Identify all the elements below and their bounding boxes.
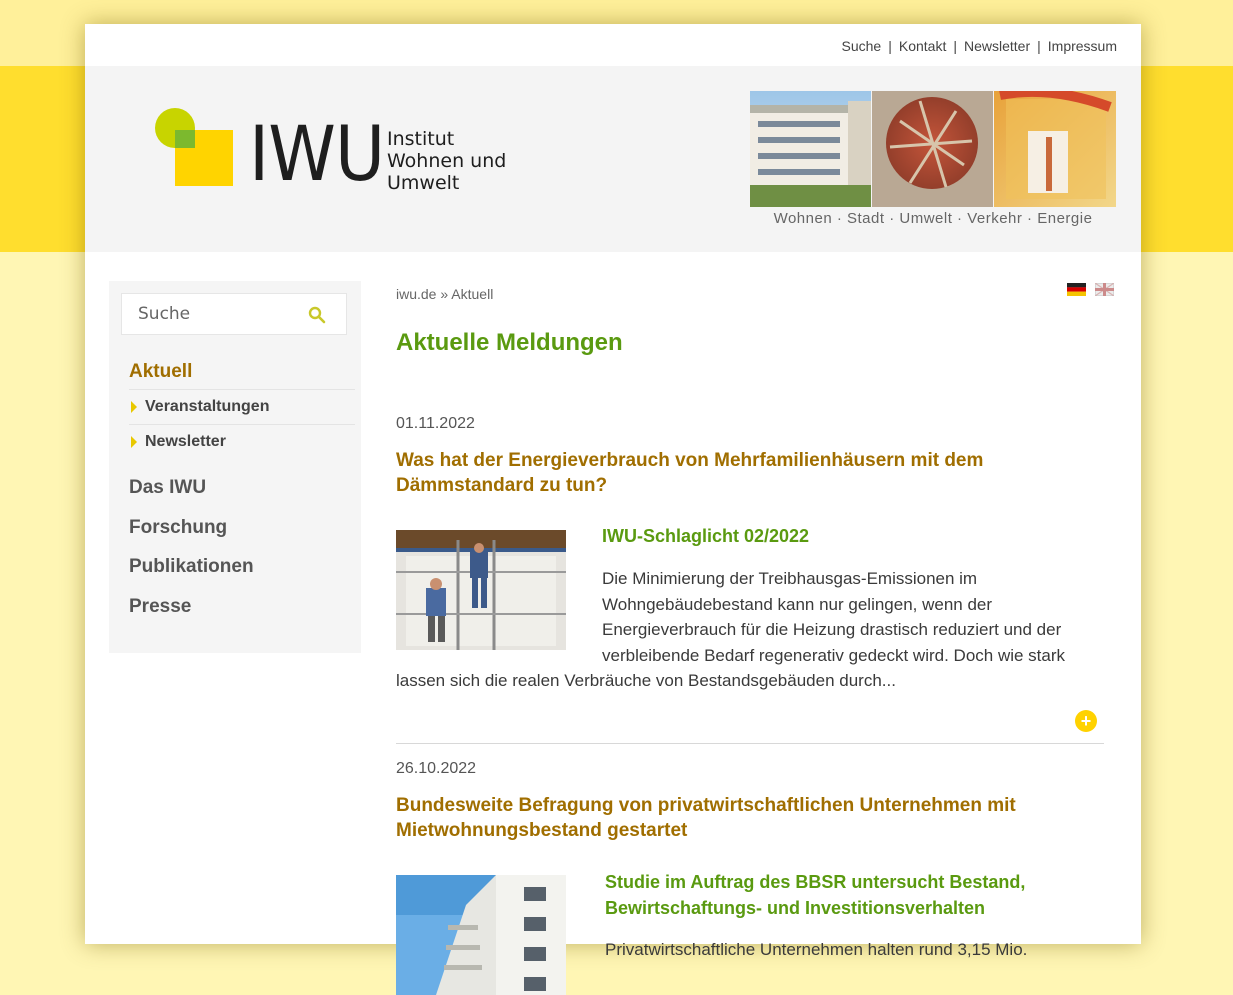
bullet-triangle-icon (131, 401, 137, 413)
sidebar-subitem-newsletter[interactable]: Newsletter (129, 424, 355, 458)
sidebar-item-forschung[interactable]: Forschung (129, 517, 227, 539)
news-date: 01.11.2022 (396, 415, 475, 432)
breadcrumb-home-link[interactable]: iwu.de (396, 286, 436, 302)
read-more-button[interactable]: + (1075, 710, 1097, 732)
logo-subtitle: Institut Wohnen und Umwelt (387, 128, 507, 194)
page-container: Suche | Kontakt | Newsletter | Impressum IWU I… (85, 24, 1141, 995)
flag-english-icon[interactable] (1095, 283, 1114, 296)
breadcrumb: iwu.de » Aktuell (396, 286, 494, 302)
header-photo-strip (750, 91, 1116, 207)
search-input[interactable] (122, 294, 334, 334)
top-navigation: Suche | Kontakt | Newsletter | Impressum (841, 38, 1117, 54)
topnav-newsletter-link[interactable]: Newsletter (964, 38, 1030, 54)
page-title: Aktuelle Meldungen (396, 329, 623, 356)
site-header: IWU Institut Wohnen und Umwelt Wohnen · … (85, 66, 1141, 252)
news-headline-link[interactable]: Bundesweite Befragung von privatwirtscha… (396, 793, 1096, 843)
sidebar-item-aktuell[interactable]: Aktuell (129, 361, 192, 383)
bullet-triangle-icon (131, 436, 137, 448)
search-box (121, 293, 347, 335)
flag-german-icon[interactable] (1067, 283, 1086, 296)
header-tagline: Wohnen · Stadt · Umwelt · Verkehr · Ener… (773, 210, 1093, 227)
sidebar-item-publikationen[interactable]: Publikationen (129, 556, 254, 578)
news-subheading: Studie im Auftrag des BBSR untersucht Be… (605, 872, 1026, 892)
sidebar-subitem-veranstaltungen[interactable]: Veranstaltungen (129, 389, 355, 423)
logo-wordmark: IWU (249, 109, 385, 198)
news-divider (396, 743, 1104, 744)
news-teaser-line: lassen sich die realen Verbräuche von Be… (396, 671, 896, 690)
news-date: 26.10.2022 (396, 760, 477, 777)
news-thumbnail-scaffolding[interactable] (396, 530, 566, 650)
news-headline-link[interactable]: Was hat der Energieverbrauch von Mehrfam… (396, 448, 1096, 498)
breadcrumb-current: Aktuell (451, 286, 494, 302)
news-teaser-line: verbleibende Bedarf regenerativ gedeckt … (602, 646, 1066, 665)
site-logo[interactable]: IWU Institut Wohnen und Umwelt (155, 108, 515, 198)
sidebar: Aktuell Veranstaltungen Newsletter Das I… (109, 281, 361, 653)
topnav-search-link[interactable]: Suche (842, 38, 882, 54)
topnav-impressum-link[interactable]: Impressum (1048, 38, 1117, 54)
news-subheading: Bewirtschaftungs- und Investitionsverhal… (605, 898, 986, 918)
sidebar-item-das-iwu[interactable]: Das IWU (129, 477, 206, 499)
news-teaser-line: Privatwirtschaftliche Unternehmen halten… (605, 940, 1028, 959)
news-teaser-line: Die Minimierung der Treibhausgas-Emissio… (602, 569, 978, 588)
news-teaser-line: Energieverbrauch für die Heizung drastis… (602, 620, 1062, 639)
topnav-contact-link[interactable]: Kontakt (899, 38, 946, 54)
news-teaser-line: Wohngebäudebestand kann nur gelingen, we… (602, 595, 993, 614)
sidebar-item-presse[interactable]: Presse (129, 596, 191, 618)
logo-mark-icon (155, 108, 233, 186)
news-thumbnail-building[interactable] (396, 875, 566, 995)
news-subheading: IWU-Schlaglicht 02/2022 (602, 526, 810, 546)
search-icon[interactable] (308, 306, 326, 324)
